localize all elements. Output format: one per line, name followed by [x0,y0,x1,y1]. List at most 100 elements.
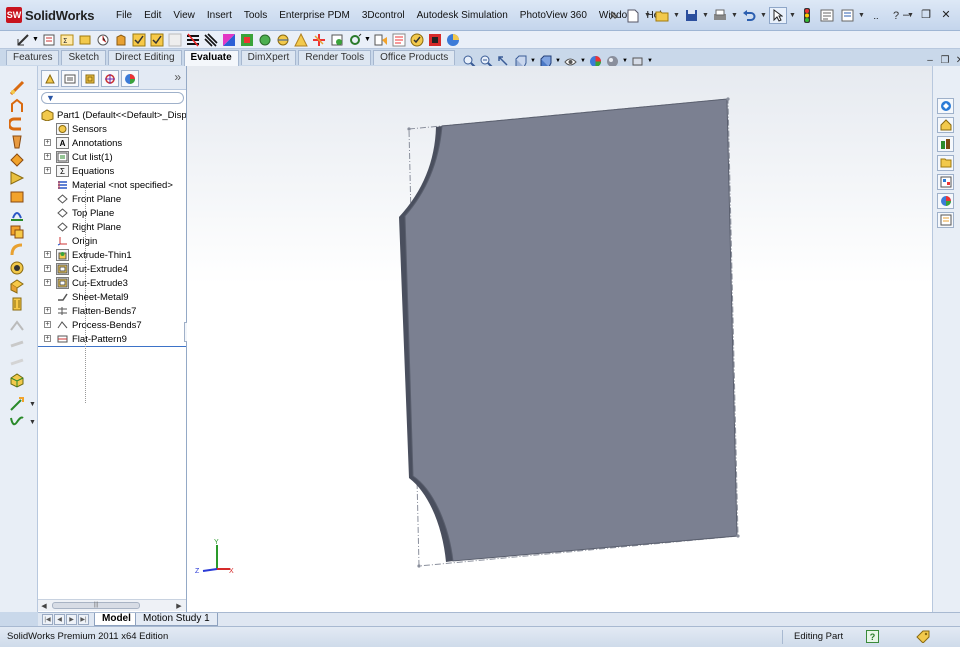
print-icon[interactable] [711,7,729,24]
tree-item-cut-extrude3[interactable]: + Cut-Extrude3 [44,276,128,290]
tab-office-products[interactable]: Office Products [373,50,456,65]
select-dropdown-icon[interactable]: ▼ [789,12,796,19]
curvature-icon[interactable] [220,32,237,48]
expand-toggle-icon[interactable]: + [44,307,51,314]
dome-icon[interactable] [9,278,25,294]
tree-item-flat-pattern9[interactable]: + Flat-Pattern9 [44,332,127,346]
rib-icon[interactable] [9,206,25,222]
draft-icon[interactable] [9,224,25,240]
new-dropdown-icon[interactable]: ▼ [644,12,651,19]
restore-button[interactable]: ❐ [918,7,934,22]
revolve-icon[interactable] [9,116,25,132]
prev-tab-arrow-icon[interactable]: ◀ [54,614,65,625]
smart-dimension-icon[interactable] [9,396,25,412]
tree-item-equations[interactable]: + Σ Equations [44,164,114,178]
print-dropdown-icon[interactable]: ▼ [731,12,738,19]
part-model[interactable] [187,66,932,612]
solidworks-resources-icon[interactable] [937,98,954,114]
instant3d-icon[interactable] [9,372,25,388]
wrap-icon[interactable] [9,242,25,258]
graphics-area[interactable] [187,66,932,612]
tree-item-front-plane[interactable]: Front Plane [56,192,121,206]
undercut-icon[interactable] [256,32,273,48]
viewport-restore-button[interactable]: ❐ [940,56,950,66]
design-library-icon[interactable] [937,136,954,152]
sketch-tool-icon[interactable] [9,80,25,96]
extruded-boss-icon[interactable] [9,98,25,114]
parting-line-icon[interactable] [274,32,291,48]
scroll-right-arrow-icon[interactable]: ▶ [174,600,184,611]
stripes-icon[interactable] [202,32,219,48]
expand-toggle-icon[interactable]: + [44,321,51,328]
viewport-minimize-button[interactable]: – [925,56,935,66]
display-manager-tab[interactable] [121,70,139,87]
section-properties-icon[interactable]: Σ [58,32,75,48]
draft-analysis-icon[interactable] [238,32,255,48]
tree-item-process-bends7[interactable]: + Process-Bends7 [44,318,142,332]
expand-toggle-icon[interactable]: + [44,139,51,146]
menu-view[interactable]: View [167,10,201,21]
sweep-icon[interactable] [9,134,25,150]
expand-toggle-icon[interactable]: + [44,265,51,272]
symmetry-icon[interactable] [310,32,327,48]
file-properties-icon[interactable] [818,7,836,24]
render-stop-icon[interactable] [426,32,443,48]
menu-photoview-360[interactable]: PhotoView 360 [514,10,593,21]
measure-icon[interactable] [14,32,31,48]
menu-insert[interactable]: Insert [201,10,238,21]
geometry-analysis-icon[interactable] [346,32,363,48]
save-dropdown-icon[interactable]: ▼ [702,12,709,19]
tab-evaluate[interactable]: Evaluate [183,50,239,66]
tab-sketch[interactable]: Sketch [61,50,107,65]
performance-icon[interactable] [408,32,425,48]
compare-icon[interactable] [328,32,345,48]
tree-item-sheet-metal9[interactable]: Sheet-Metal9 [56,290,129,304]
open-dropdown-icon[interactable]: ▼ [673,12,680,19]
menu-edit[interactable]: Edit [138,10,167,21]
spline-dropdown-icon[interactable]: ▼ [29,419,36,426]
smart-dimension-dropdown-icon[interactable]: ▼ [29,401,36,408]
menu-autodesk-simulation[interactable]: Autodesk Simulation [411,10,514,21]
undo-dropdown-icon[interactable]: ▼ [760,12,767,19]
options-dropdown-icon[interactable]: ▼ [858,12,865,19]
expand-toggle-icon[interactable]: + [44,153,51,160]
viewport-close-button[interactable]: ✕ [955,56,960,66]
last-tab-arrow-icon[interactable]: ▶| [78,614,89,625]
more-tools-icon[interactable]: .. [867,7,885,24]
tree-item-cut-list-1[interactable]: + Cut list(1) [44,150,113,164]
import-diagnostics-icon[interactable] [390,32,407,48]
tree-horizontal-scrollbar[interactable]: ◀ ||| ▶ [38,599,186,611]
tree-item-sensors[interactable]: Sensors [56,122,107,136]
check-icon[interactable] [94,32,111,48]
home-icon[interactable] [937,117,954,133]
tree-item-right-plane[interactable]: Right Plane [56,220,121,234]
tree-filter-input[interactable]: ▼ [41,92,184,104]
appearances-scenes-icon[interactable] [937,193,954,209]
loft-icon[interactable] [9,152,25,168]
tree-item-flatten-bends7[interactable]: + Flatten-Bends7 [44,304,136,318]
scroll-left-arrow-icon[interactable]: ◀ [39,600,49,611]
measure-dropdown-icon[interactable]: ▼ [32,32,39,48]
select-cursor-icon[interactable] [769,7,787,24]
quick-tips-help-icon[interactable]: ? [866,630,879,643]
tab-direct-editing[interactable]: Direct Editing [108,50,182,65]
view-palette-icon[interactable] [937,174,954,190]
menu-file[interactable]: File [110,10,138,21]
hole-wizard-icon[interactable] [9,260,25,276]
sensor-tool-icon[interactable] [76,32,93,48]
fillet-icon[interactable] [9,170,25,186]
menu-tools[interactable]: Tools [238,10,273,21]
tab-dimxpert[interactable]: DimXpert [240,50,297,65]
expand-toggle-icon[interactable]: + [44,251,51,258]
costing-icon[interactable] [372,32,389,48]
open-folder-icon[interactable] [653,7,671,24]
tab-render-tools[interactable]: Render Tools [298,50,372,65]
file-explorer-icon[interactable] [937,155,954,171]
spline-icon[interactable] [9,414,25,430]
next-tab-arrow-icon[interactable]: ▶ [66,614,77,625]
property-manager-tab[interactable] [61,70,79,87]
tree-item-extrude-thin1[interactable]: + Extrude-Thin1 [44,248,132,262]
tree-item-cut-extrude4[interactable]: + Cut-Extrude4 [44,262,128,276]
solidworks-logo[interactable]: SW SolidWorks [6,7,94,23]
thickness-icon[interactable] [292,32,309,48]
